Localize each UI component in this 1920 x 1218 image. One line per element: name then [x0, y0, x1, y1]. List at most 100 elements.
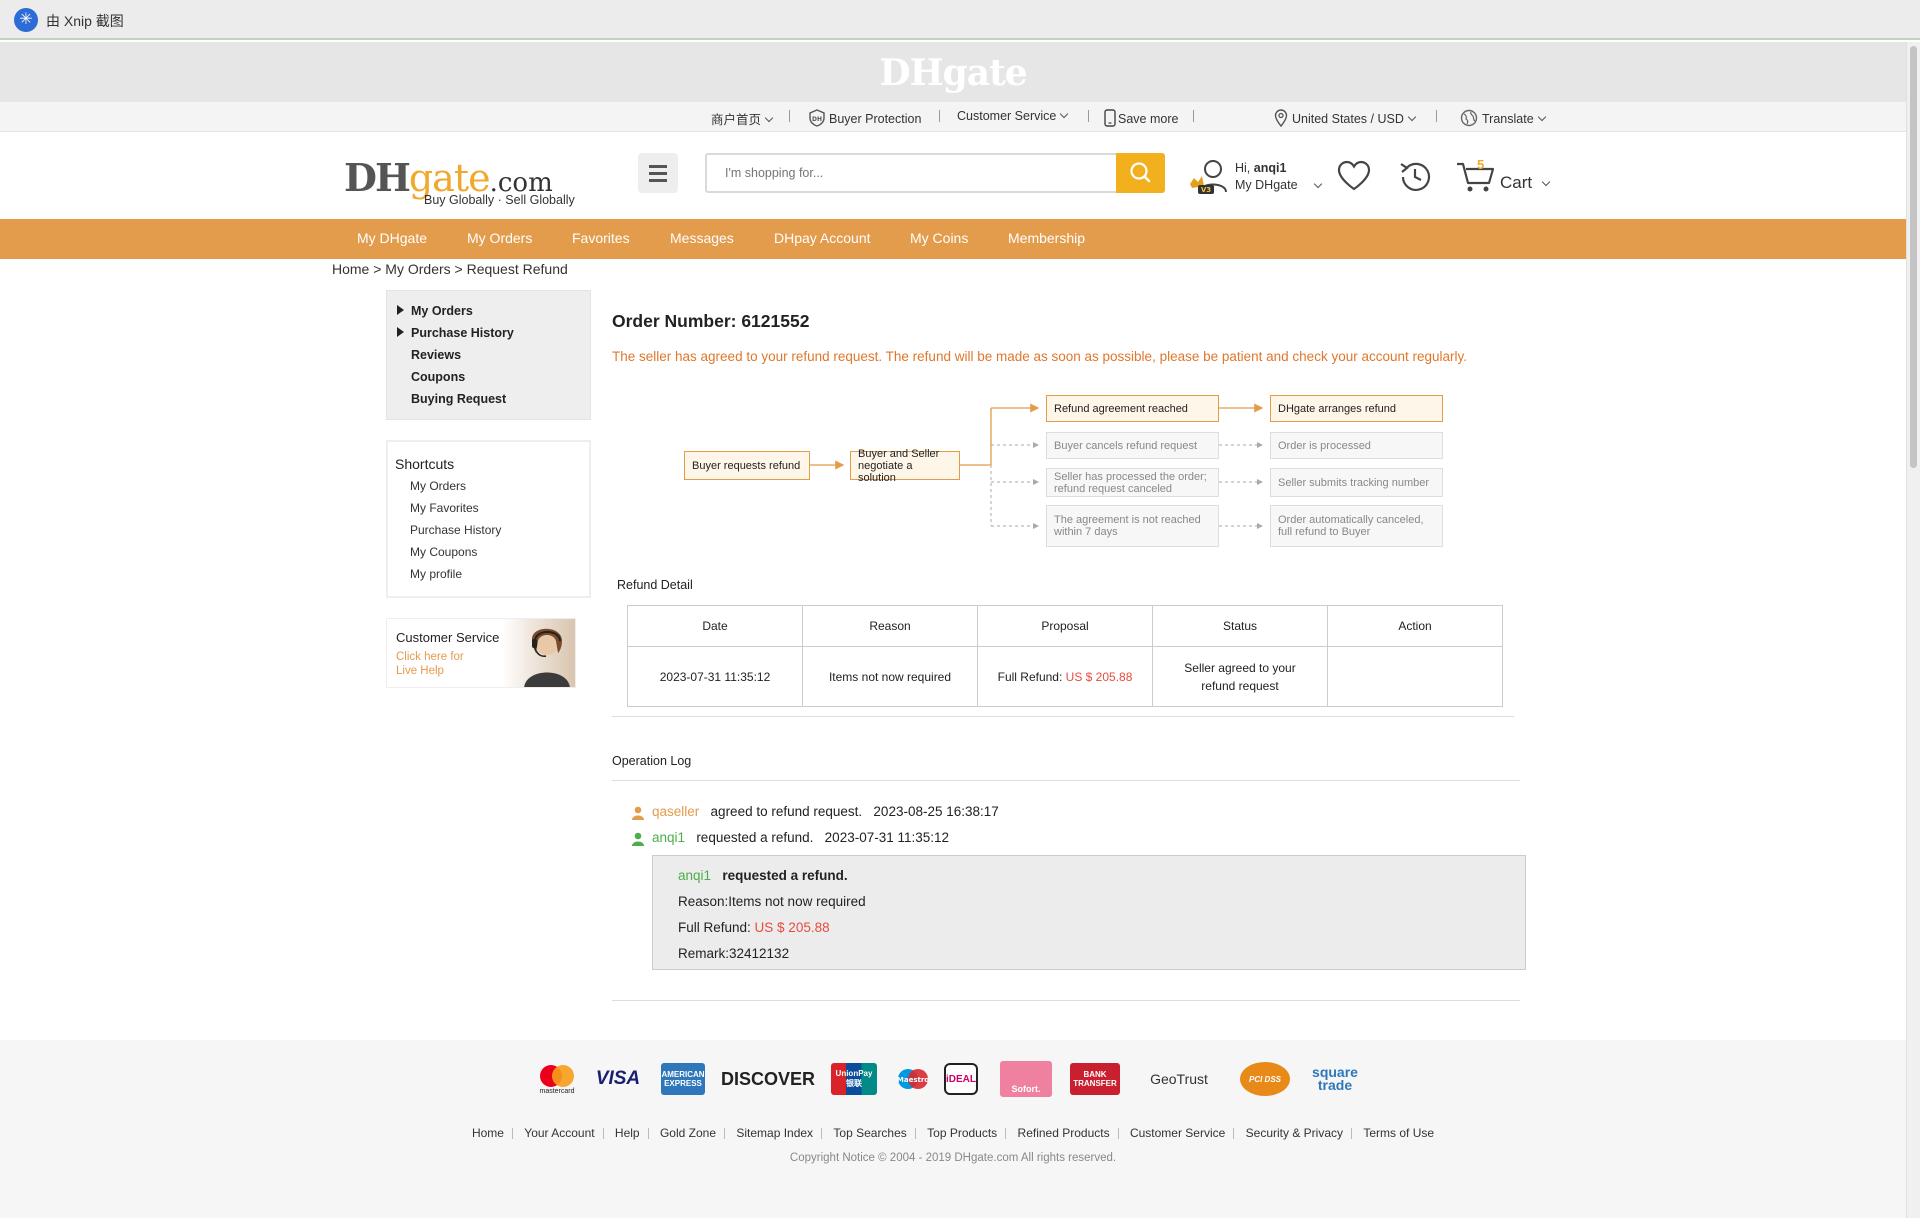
chevron-down-icon[interactable] [1313, 179, 1323, 189]
amex-logo: AMERICAN EXPRESS [661, 1063, 705, 1095]
logo-tagline: Buy Globally · Sell Globally [424, 193, 575, 207]
utility-bar: 商户首页 DH Buyer Protection Customer Service… [0, 102, 1906, 132]
shortcuts-title: Shortcuts [395, 456, 455, 472]
refund-action-cell [1327, 646, 1503, 707]
customer-service-menu[interactable]: Customer Service [957, 109, 1069, 123]
user-greeting: Hi, anqi1 [1235, 161, 1287, 175]
username: anqi1 [1253, 161, 1287, 175]
chevron-down-icon[interactable] [1541, 177, 1551, 187]
footer-link-refined-products[interactable]: Refined Products [1010, 1126, 1118, 1140]
footer-link-top-searches[interactable]: Top Searches [825, 1126, 914, 1140]
live-help-link[interactable]: Click here for Live Help [396, 650, 486, 678]
divider [612, 780, 1520, 781]
globe-icon [1460, 109, 1478, 127]
refund-status-cell: Seller agreed to your refund request [1152, 646, 1328, 707]
footer-link-terms[interactable]: Terms of Use [1355, 1126, 1442, 1140]
side-menu-purchase-history[interactable]: Purchase History [411, 326, 514, 340]
ideal-logo: iDEAL [944, 1063, 978, 1095]
log-entry: anqi1 requested a refund. 2023-07-31 11:… [632, 830, 949, 846]
brand-strip: DHgate [0, 42, 1906, 102]
table-row: 2023-07-31 11:35:12 Items not now requir… [627, 646, 1503, 707]
side-menu-reviews[interactable]: Reviews [411, 348, 461, 362]
squaretrade-logo: square trade [1312, 1064, 1358, 1093]
footer-link-help[interactable]: Help [607, 1126, 648, 1140]
log-user[interactable]: anqi1 [652, 830, 685, 845]
mastercard-logo: mastercard [536, 1063, 578, 1095]
svg-text:V3: V3 [1201, 186, 1211, 194]
location-pin-icon [1274, 109, 1288, 128]
merchant-home-link[interactable]: 商户首页 [711, 109, 774, 128]
my-dhgate-link[interactable]: My DHgate [1235, 178, 1298, 192]
shield-icon: DH [809, 109, 825, 127]
scrollbar-thumb[interactable] [1910, 46, 1917, 468]
flow-step-seller-processed: Seller has processed the order; refund r… [1046, 468, 1219, 497]
unionpay-logo: UnionPay 银联 [831, 1063, 877, 1095]
category-menu-button[interactable] [638, 153, 678, 193]
flow-step-buyer-cancels: Buyer cancels refund request [1046, 432, 1219, 459]
user-avatar[interactable]: V3 [1190, 158, 1232, 201]
pci-dss-logo: PCI DSS [1240, 1062, 1290, 1096]
favorites-heart-icon[interactable] [1336, 160, 1372, 197]
divider [939, 110, 940, 122]
divider [1193, 110, 1194, 122]
chevron-down-icon [764, 113, 774, 123]
flow-step-buyer-requests: Buyer requests refund [684, 451, 810, 480]
nav-my-coins[interactable]: My Coins [910, 230, 968, 246]
shortcut-purchase-history[interactable]: Purchase History [410, 523, 501, 537]
hamburger-icon [649, 165, 667, 168]
nav-my-dhgate[interactable]: My DHgate [357, 230, 427, 246]
translate-menu[interactable]: Translate [1460, 109, 1546, 127]
side-menu-coupons[interactable]: Coupons [411, 370, 465, 384]
operation-log-title: Operation Log [612, 754, 692, 768]
history-clock-icon[interactable] [1397, 159, 1433, 200]
nav-dhpay-account[interactable]: DHpay Account [774, 230, 871, 246]
customer-service-banner[interactable]: Customer Service Click here for Live Hel… [386, 618, 576, 688]
expand-arrow-icon[interactable] [397, 305, 404, 315]
nav-messages[interactable]: Messages [670, 230, 734, 246]
refund-status-message: The seller has agreed to your refund req… [612, 349, 1468, 364]
order-number-title: Order Number: 6121552 [612, 311, 810, 331]
log-detail-header: anqi1 requested a refund. [678, 868, 848, 883]
search-input[interactable] [705, 153, 1116, 193]
xnip-app-icon: ✳ [14, 8, 38, 32]
buyer-protection-link[interactable]: DH Buyer Protection [808, 109, 921, 127]
expand-arrow-icon[interactable] [397, 327, 404, 337]
sofort-logo: Sofort. [1000, 1061, 1052, 1097]
nav-membership[interactable]: Membership [1008, 230, 1085, 246]
cart-link[interactable]: Cart [1500, 173, 1532, 193]
region-selector[interactable]: United States / USD [1274, 109, 1417, 128]
shortcut-my-orders[interactable]: My Orders [410, 479, 466, 493]
shortcut-my-profile[interactable]: My profile [410, 567, 462, 581]
page-scrollbar[interactable] [1906, 42, 1920, 1218]
refund-detail-table: Date Reason Proposal Status Action 2023-… [627, 605, 1503, 707]
log-user[interactable]: qaseller [652, 804, 699, 819]
footer-link-gold-zone[interactable]: Gold Zone [652, 1126, 724, 1140]
brand-strip-logo[interactable]: DHgate [0, 52, 1906, 94]
footer-link-your-account[interactable]: Your Account [516, 1126, 602, 1140]
geotrust-logo: GeoTrust [1150, 1071, 1208, 1087]
footer-link-home[interactable]: Home [464, 1126, 512, 1140]
log-detail-user[interactable]: anqi1 [678, 868, 711, 883]
footer-link-customer-service[interactable]: Customer Service [1122, 1126, 1233, 1140]
divider [789, 110, 790, 122]
bank-transfer-logo: BANK TRANSFER [1070, 1063, 1120, 1095]
shortcut-my-coupons[interactable]: My Coupons [410, 545, 477, 559]
side-menu-my-orders[interactable]: My Orders [411, 304, 473, 318]
footer-link-top-products[interactable]: Top Products [919, 1126, 1005, 1140]
footer-link-sitemap[interactable]: Sitemap Index [728, 1126, 821, 1140]
log-detail-box: anqi1 requested a refund. Reason:Items n… [652, 855, 1526, 970]
cart-icon[interactable] [1456, 158, 1496, 199]
discover-logo: DISCOVER [720, 1068, 816, 1089]
footer-link-security-privacy[interactable]: Security & Privacy [1238, 1126, 1351, 1140]
nav-my-orders[interactable]: My Orders [467, 230, 532, 246]
user-icon: V3 [1190, 160, 1227, 194]
save-more-link[interactable]: Save more [1104, 109, 1178, 127]
side-menu-buying-request[interactable]: Buying Request [411, 392, 506, 406]
buyer-person-icon [632, 832, 644, 846]
breadcrumb[interactable]: Home > My Orders > Request Refund [332, 261, 568, 277]
column-header: Date [627, 605, 803, 647]
nav-favorites[interactable]: Favorites [572, 230, 630, 246]
main-nav: My DHgate My Orders Favorites Messages D… [0, 219, 1906, 259]
shortcut-my-favorites[interactable]: My Favorites [410, 501, 479, 515]
search-button[interactable] [1116, 153, 1165, 193]
